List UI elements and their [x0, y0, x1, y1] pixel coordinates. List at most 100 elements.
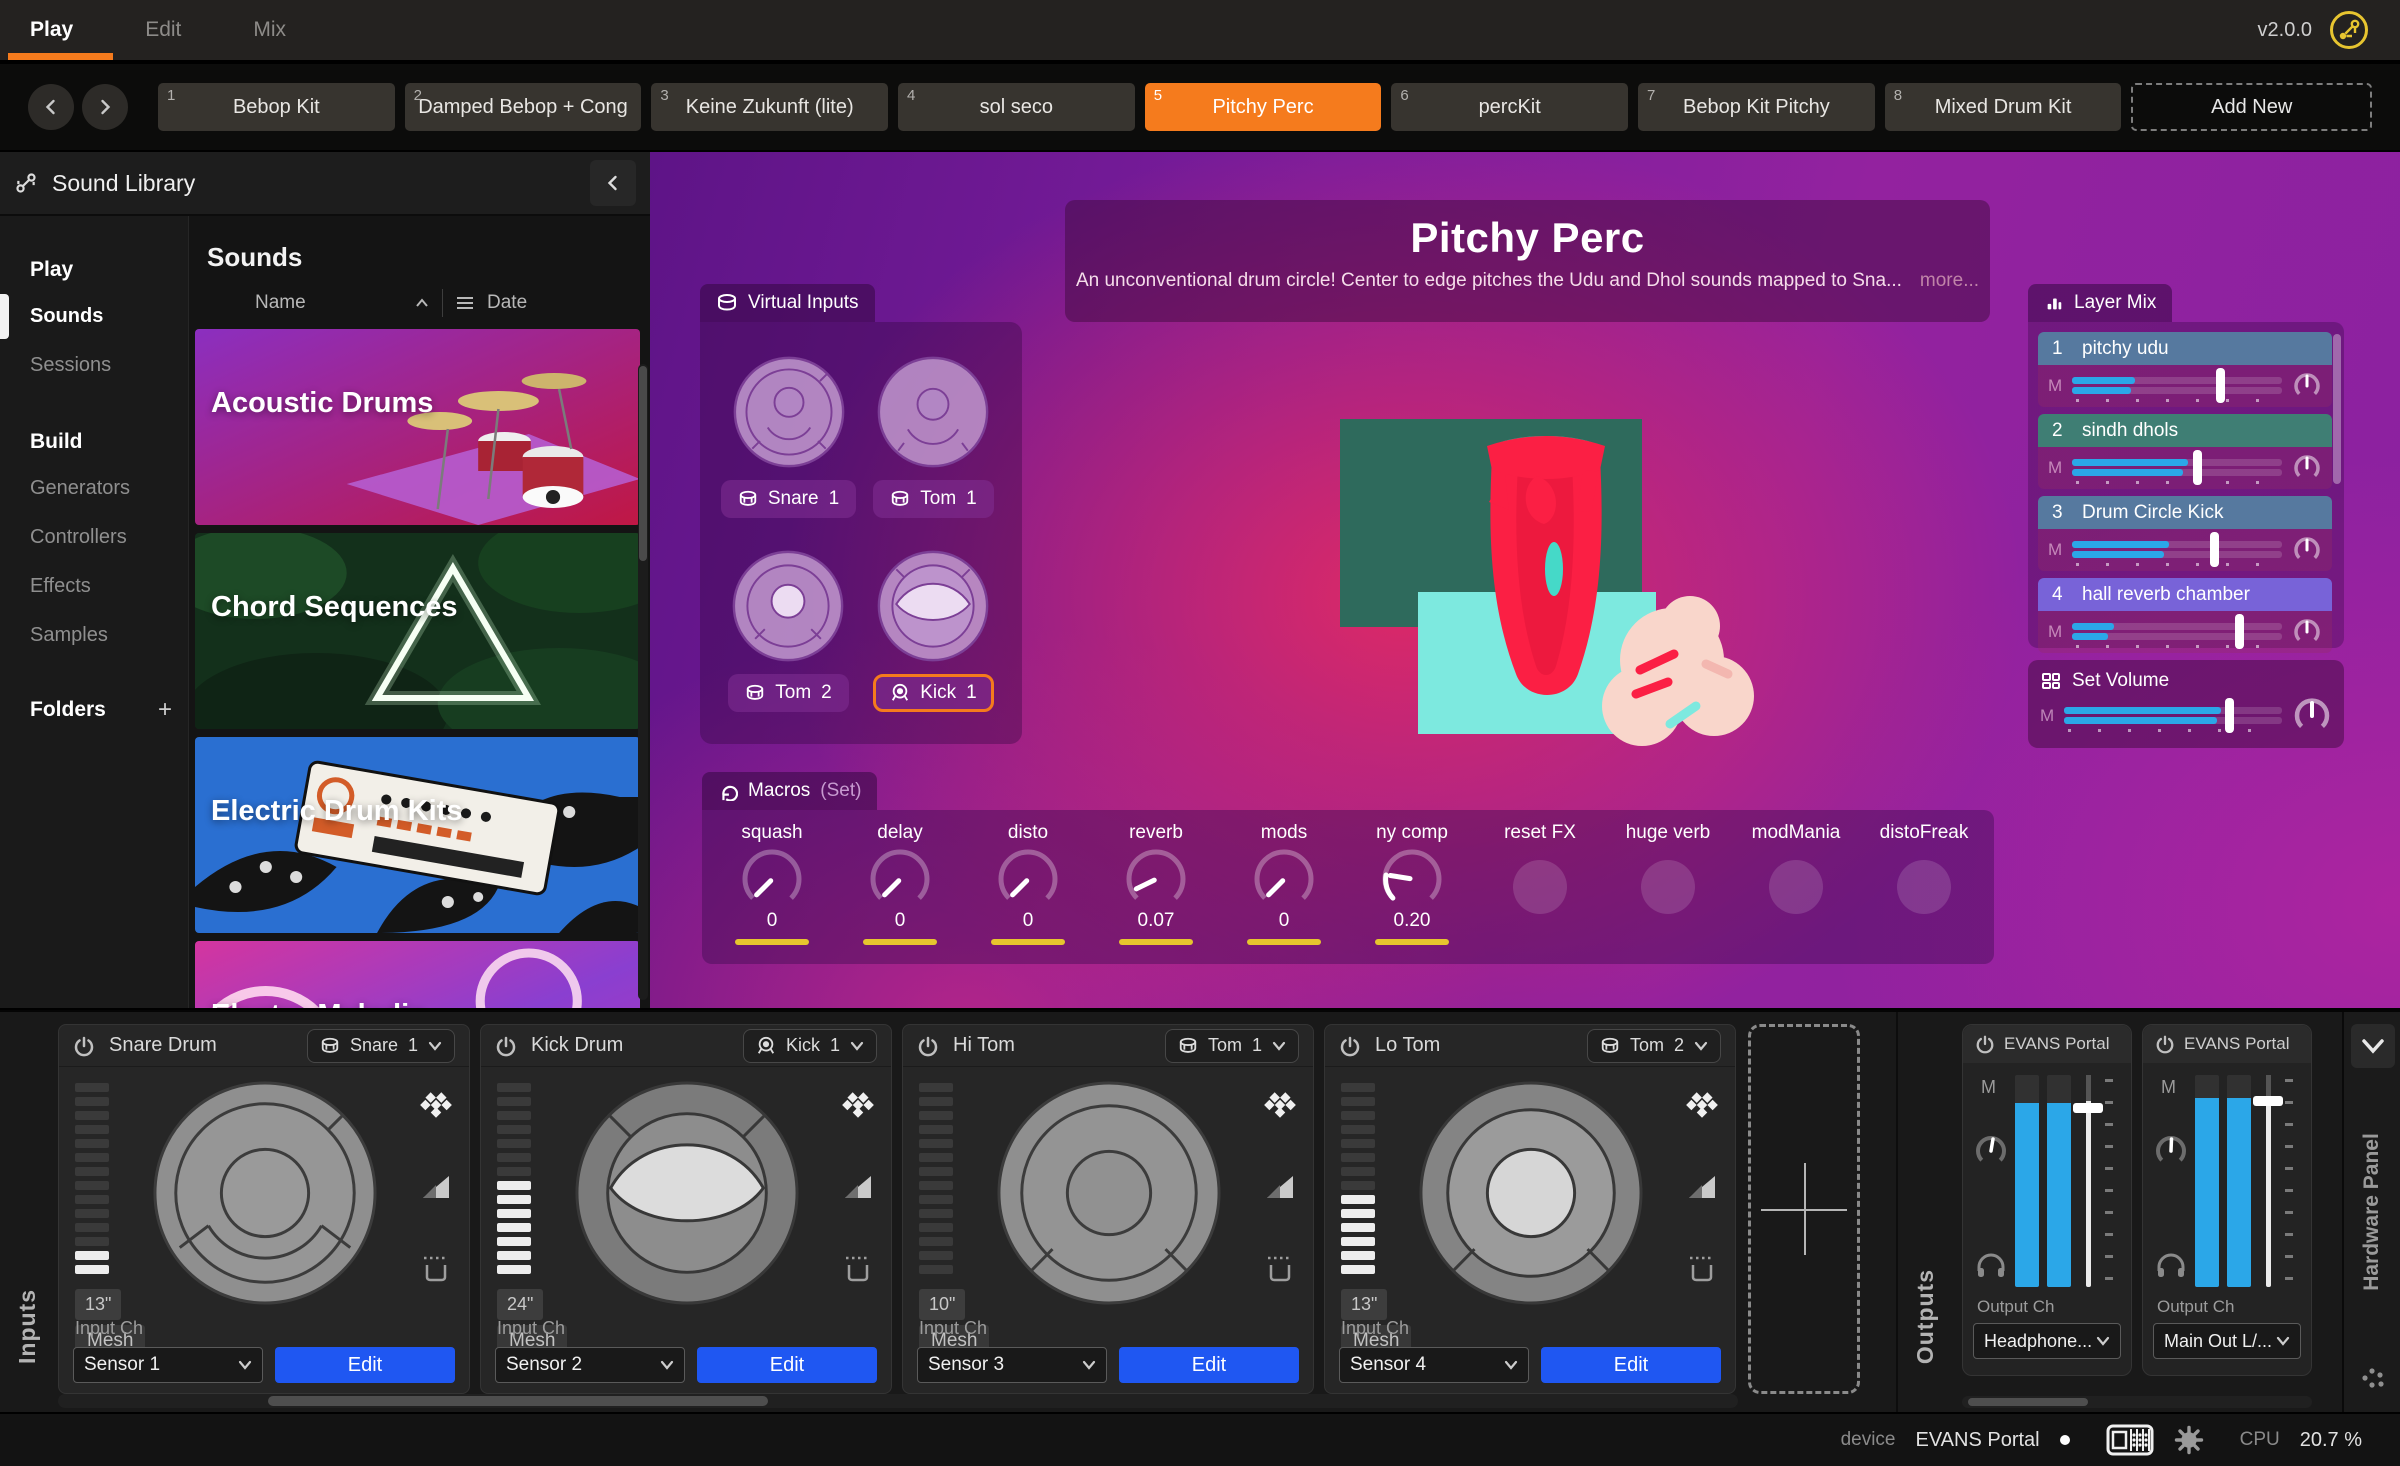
tab-play[interactable]: Play	[30, 0, 73, 60]
sort-by-date[interactable]: Date	[487, 292, 527, 314]
sort-ascending-icon[interactable]	[414, 297, 430, 309]
snare-pad-graphic[interactable]	[151, 1079, 379, 1307]
virtual-pad-tom-1[interactable]	[875, 354, 991, 470]
layer-1-header[interactable]: 1pitchy udu	[2038, 332, 2332, 365]
preset-slot-7[interactable]: 7Bebop Kit Pitchy	[1638, 83, 1875, 131]
lo-tom-edit-button[interactable]: Edit	[1541, 1347, 1721, 1383]
inputs-scrollbar-thumb[interactable]	[268, 1396, 768, 1406]
layer-3-mute-button[interactable]: M	[2048, 540, 2062, 560]
preset-slot-6[interactable]: 6percKit	[1391, 83, 1628, 131]
layer-3-volume-slider[interactable]	[2072, 536, 2282, 564]
layer-4-mute-button[interactable]: M	[2048, 622, 2062, 642]
virtual-pad-kick-1[interactable]	[875, 548, 991, 664]
add-new-preset-button[interactable]: Add New	[2131, 83, 2372, 131]
hardware-panel-expand-button[interactable]	[2351, 1024, 2395, 1068]
layer-2-fader-handle[interactable]	[2193, 450, 2202, 485]
hi-tom-input-select[interactable]: Sensor 3	[917, 1347, 1107, 1383]
sound-card-chord-sequences[interactable]: Chord Sequences	[195, 533, 640, 729]
virtual-pad-tom-2[interactable]	[730, 548, 846, 664]
output-2-fader[interactable]	[2263, 1075, 2273, 1287]
output-1-channel-select[interactable]: Headphone...	[1973, 1323, 2121, 1359]
sidebar-item-controllers[interactable]: Controllers	[0, 513, 188, 562]
layers-stack-icon[interactable]	[419, 1091, 453, 1119]
set-volume-mute-button[interactable]: M	[2040, 706, 2054, 726]
sounds-scrollbar-thumb[interactable]	[639, 366, 647, 561]
lo-tom-route-dropdown[interactable]: Tom2	[1587, 1029, 1721, 1063]
kick-input-select[interactable]: Sensor 2	[495, 1347, 685, 1383]
sound-card-acoustic-drums[interactable]: Acoustic Drums	[195, 329, 640, 525]
set-volume-knob[interactable]	[2292, 696, 2332, 736]
snare-edit-button[interactable]: Edit	[275, 1347, 455, 1383]
power-icon[interactable]	[1339, 1035, 1361, 1057]
sort-by-name[interactable]: Name	[255, 292, 306, 314]
power-icon[interactable]	[495, 1035, 517, 1057]
modmania-button[interactable]	[1769, 860, 1823, 914]
output-1-gain-knob[interactable]	[1973, 1133, 2009, 1169]
list-view-icon[interactable]	[455, 295, 475, 311]
output-2-fader-handle[interactable]	[2253, 1096, 2283, 1106]
preset-next-button[interactable]	[82, 84, 128, 130]
virtual-input-chip-tom-2[interactable]: Tom2	[728, 674, 848, 712]
virtual-input-chip-kick-1-selected[interactable]: Kick1	[873, 674, 993, 712]
macro-squash-knob[interactable]	[739, 846, 805, 912]
power-icon[interactable]	[2155, 1034, 2175, 1054]
layers-stack-icon[interactable]	[1685, 1091, 1719, 1119]
hi-tom-pad-graphic[interactable]	[995, 1079, 1223, 1307]
output-2-gain-knob[interactable]	[2153, 1133, 2189, 1169]
hi-tom-edit-button[interactable]: Edit	[1119, 1347, 1299, 1383]
kick-pad-graphic[interactable]	[573, 1079, 801, 1307]
preset-slot-1[interactable]: 1Bebop Kit	[158, 83, 395, 131]
preset-slot-8[interactable]: 8Mixed Drum Kit	[1885, 83, 2122, 131]
damp-tray-icon[interactable]	[419, 1253, 453, 1285]
virtual-input-chip-tom-1[interactable]: Tom1	[873, 480, 993, 518]
distofreak-button[interactable]	[1897, 860, 1951, 914]
device-module-icon[interactable]	[2106, 1424, 2154, 1456]
macro-reverb-knob[interactable]	[1123, 846, 1189, 912]
layer-3-fader-handle[interactable]	[2210, 532, 2219, 567]
layers-stack-icon[interactable]	[1263, 1091, 1297, 1119]
macro-delay-knob[interactable]	[867, 846, 933, 912]
damp-tray-icon[interactable]	[841, 1253, 875, 1285]
set-volume-slider[interactable]	[2064, 702, 2282, 730]
lo-tom-pad-graphic[interactable]	[1417, 1079, 1645, 1307]
power-icon[interactable]	[73, 1035, 95, 1057]
preset-prev-button[interactable]	[28, 84, 74, 130]
layer-1-pan-knob[interactable]	[2292, 371, 2322, 401]
layer-2-pan-knob[interactable]	[2292, 453, 2322, 483]
velocity-ramp-icon[interactable]	[420, 1171, 452, 1201]
kick-route-dropdown[interactable]: Kick1	[743, 1029, 877, 1063]
sidebar-item-effects[interactable]: Effects	[0, 562, 188, 611]
settings-gear-icon[interactable]	[2174, 1425, 2204, 1455]
output-1-fader[interactable]	[2083, 1075, 2093, 1287]
layer-mix-scrollbar-thumb[interactable]	[2333, 334, 2341, 484]
output-2-mute-button[interactable]: M	[2161, 1077, 2176, 1098]
power-icon[interactable]	[1975, 1034, 1995, 1054]
velocity-ramp-icon[interactable]	[842, 1171, 874, 1201]
brand-logo-icon[interactable]	[2328, 9, 2370, 51]
macro-disto-knob[interactable]	[995, 846, 1061, 912]
layers-stack-icon[interactable]	[841, 1091, 875, 1119]
sound-card-electric-drum-kits[interactable]: Electric Drum Kits	[195, 737, 640, 933]
snare-input-select[interactable]: Sensor 1	[73, 1347, 263, 1383]
reset-fx-button[interactable]	[1513, 860, 1567, 914]
virtual-input-chip-snare-1[interactable]: Snare1	[721, 480, 856, 518]
layer-4-header[interactable]: 4hall reverb chamber	[2038, 578, 2332, 611]
add-folder-button[interactable]: +	[158, 696, 172, 724]
layer-4-fader-handle[interactable]	[2235, 614, 2244, 649]
tab-mix[interactable]: Mix	[253, 0, 286, 60]
sound-card-electro-melodic[interactable]: Electro Melodic	[195, 941, 640, 1008]
preset-slot-4[interactable]: 4sol seco	[898, 83, 1135, 131]
damp-tray-icon[interactable]	[1685, 1253, 1719, 1285]
virtual-pad-snare-1[interactable]	[731, 354, 847, 470]
snare-route-dropdown[interactable]: Snare1	[307, 1029, 455, 1063]
power-icon[interactable]	[917, 1035, 939, 1057]
layer-1-mute-button[interactable]: M	[2048, 376, 2062, 396]
velocity-ramp-icon[interactable]	[1686, 1171, 1718, 1201]
tab-edit[interactable]: Edit	[145, 0, 181, 60]
sidebar-collapse-button[interactable]	[590, 160, 636, 206]
layer-2-header[interactable]: 2sindh dhols	[2038, 414, 2332, 447]
layer-2-volume-slider[interactable]	[2072, 454, 2282, 482]
set-volume-fader-handle[interactable]	[2225, 698, 2234, 733]
hi-tom-route-dropdown[interactable]: Tom1	[1165, 1029, 1299, 1063]
sidebar-item-sounds[interactable]: Sounds	[0, 292, 188, 341]
